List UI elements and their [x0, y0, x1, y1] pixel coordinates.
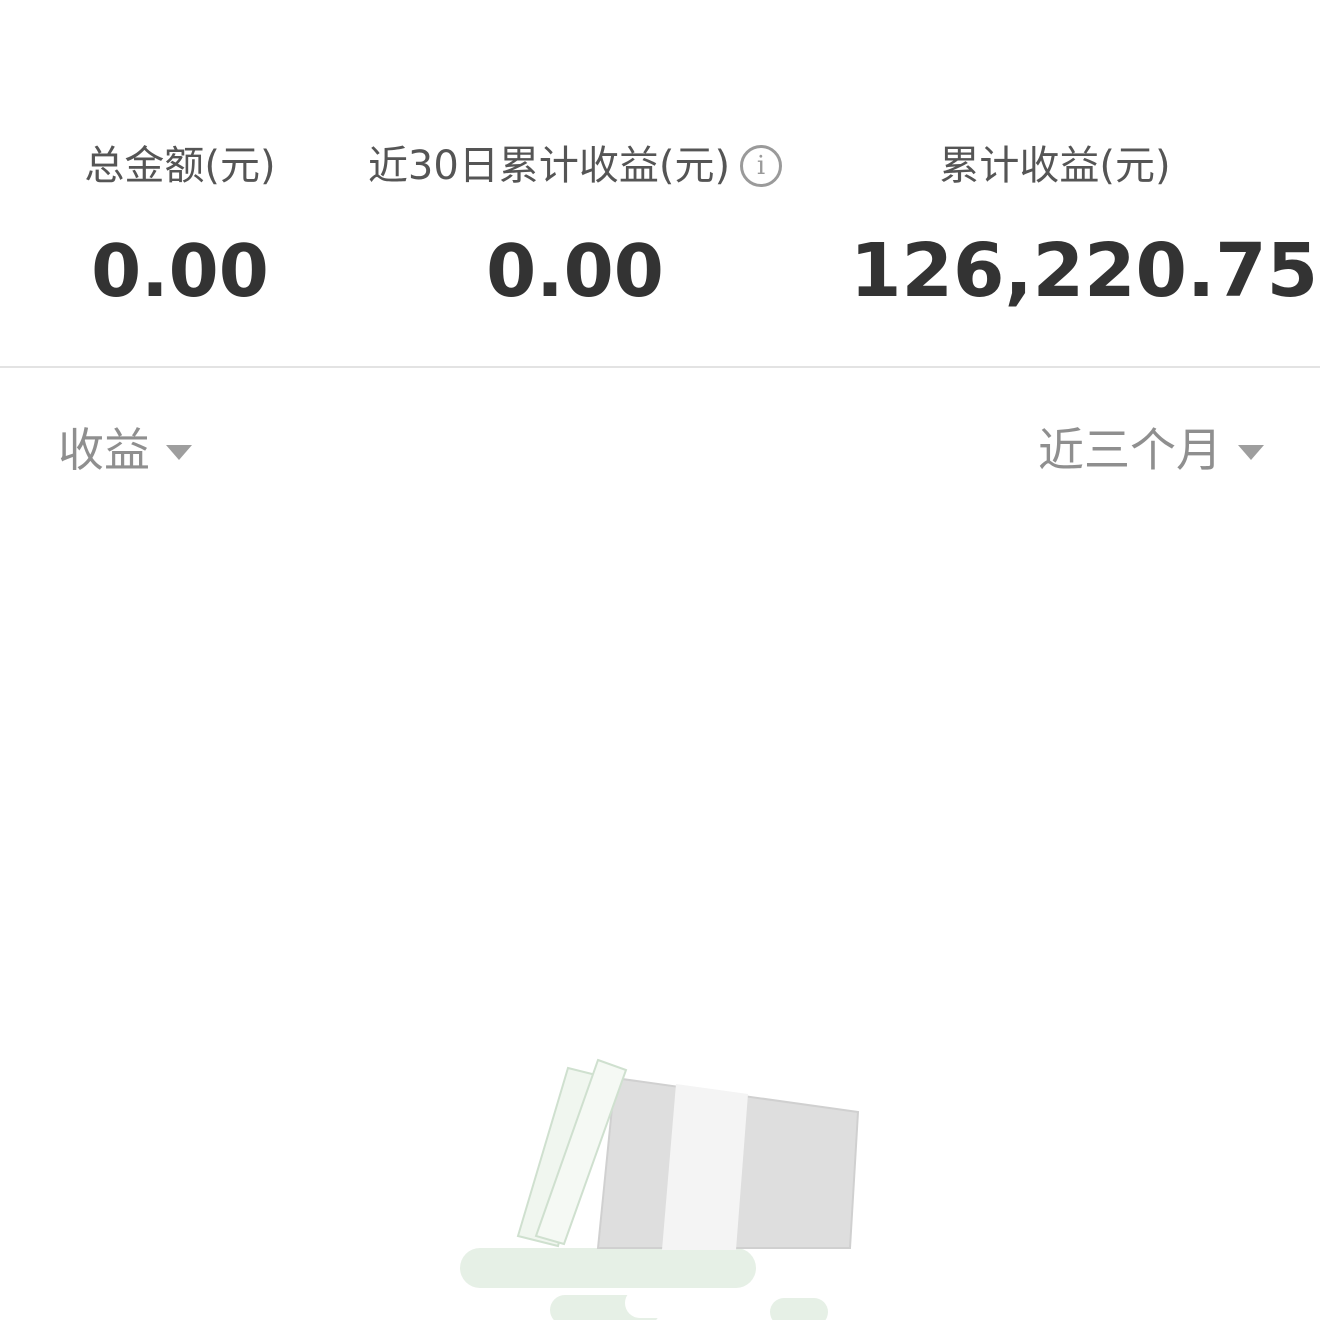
- date-range-selected: 近三个月: [1038, 423, 1222, 477]
- recent-30d-income-label: 近30日累计收益(元): [367, 143, 731, 189]
- ground-shadow: [460, 1248, 756, 1288]
- summary-panel: 总金额(元) 0.00 近30日累计收益(元) i 0.00 累计收益(元) 1…: [0, 0, 1320, 367]
- empty-box-icon: [460, 1058, 860, 1320]
- recent-30d-income-value: 0.00: [486, 229, 664, 313]
- cumulative-income-label: 累计收益(元): [939, 143, 1171, 189]
- total-amount-label: 总金额(元): [84, 143, 276, 189]
- income-type-dropdown[interactable]: 收益: [58, 418, 192, 482]
- cumulative-income-value: 126,220.75: [850, 228, 1319, 314]
- info-icon[interactable]: i: [740, 145, 783, 187]
- divider: [0, 366, 1320, 368]
- total-amount-value: 0.00: [91, 229, 269, 313]
- cumulative-income-stat: 累计收益(元) 126,220.75: [850, 138, 1319, 316]
- date-range-dropdown[interactable]: 近三个月: [1038, 418, 1264, 482]
- caret-down-icon: [166, 444, 192, 460]
- ground-gap: [625, 1288, 725, 1318]
- recent-30d-income-stat: 近30日累计收益(元) i 0.00: [340, 138, 810, 316]
- ground-shadow-right: [770, 1298, 828, 1320]
- total-amount-stat: 总金额(元) 0.00: [40, 138, 320, 316]
- recent-30d-income-header: 近30日累计收益(元) i: [367, 138, 783, 194]
- caret-down-icon: [1238, 444, 1264, 460]
- income-type-selected: 收益: [58, 423, 150, 477]
- box-stripe: [662, 1084, 748, 1250]
